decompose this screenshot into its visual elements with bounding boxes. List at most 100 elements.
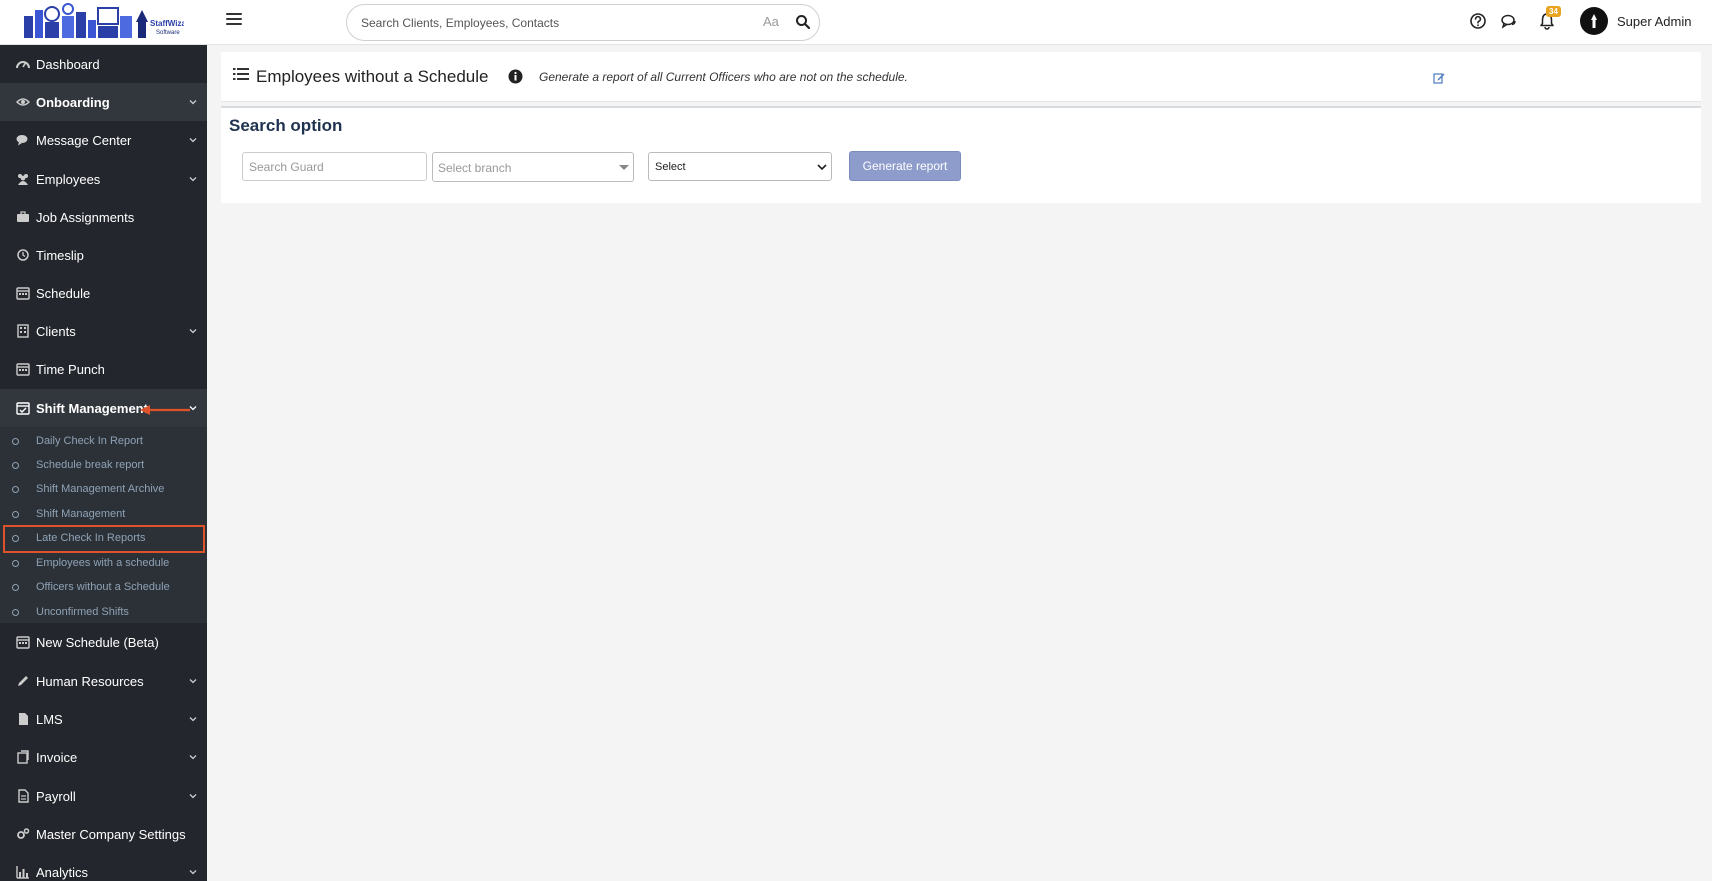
bar-chart-icon [16, 866, 29, 879]
sidebar-item-employees[interactable]: Employees [0, 160, 207, 198]
info-icon[interactable] [508, 69, 523, 84]
bullet-icon [12, 511, 19, 518]
sidebar-item-label: Master Company Settings [36, 826, 186, 842]
avatar[interactable] [1580, 7, 1608, 35]
edit-icon[interactable] [1433, 72, 1445, 84]
user-name[interactable]: Super Admin [1617, 14, 1691, 29]
users-icon [18, 174, 28, 185]
chevron-down-icon [189, 100, 197, 105]
calendar-icon [16, 287, 30, 300]
generate-report-button[interactable]: Generate report [849, 151, 961, 181]
sidebar-item-lms[interactable]: LMS [0, 700, 207, 738]
cogs-icon [17, 828, 30, 839]
filter-select[interactable]: Select [648, 152, 832, 181]
sidebar-item-clients[interactable]: Clients [0, 312, 207, 350]
submenu-item-schedule-break-report[interactable]: Schedule break report [0, 455, 207, 477]
chevron-down-icon [189, 406, 197, 411]
submenu-item-unconfirmed-shifts[interactable]: Unconfirmed Shifts [0, 602, 207, 624]
sidebar-item-schedule[interactable]: Schedule [0, 274, 207, 312]
chevron-down-icon [189, 138, 197, 143]
sidebar-item-job-assignments[interactable]: Job Assignments [0, 198, 207, 236]
sidebar-item-label: Invoice [36, 749, 78, 765]
submenu-item-label: Officers without a Schedule [36, 581, 170, 593]
main-content: Employees without a Schedule Generate a … [207, 45, 1712, 881]
staffwizard-logo[interactable]: StaffWizard Software [24, 2, 184, 40]
bullet-icon [12, 560, 19, 567]
document-icon [18, 789, 29, 803]
sidebar-item-master-company-settings[interactable]: Master Company Settings [0, 815, 207, 853]
submenu-item-label: Unconfirmed Shifts [36, 606, 129, 618]
global-search-input[interactable] [361, 13, 751, 33]
search-options-card: Search option Select branch Select Gener… [221, 106, 1701, 203]
bullet-icon [12, 584, 19, 591]
search-icon[interactable] [795, 14, 811, 30]
sidebar: Dashboard Onboarding Message Center Empl… [0, 45, 207, 881]
sidebar-item-label: Job Assignments [36, 209, 135, 225]
sidebar-item-label: Shift Management [36, 400, 148, 416]
sidebar-item-time-punch[interactable]: Time Punch [0, 350, 207, 388]
chat-icon[interactable] [1499, 11, 1519, 31]
sidebar-item-analytics[interactable]: Analytics [0, 853, 207, 881]
bullet-icon [12, 462, 19, 469]
chevron-down-icon [189, 679, 197, 684]
sidebar-item-new-schedule-beta[interactable]: New Schedule (Beta) [0, 623, 207, 661]
search-guard-input[interactable] [242, 152, 427, 181]
sidebar-item-label: Message Center [36, 132, 132, 148]
svg-text:StaffWizard: StaffWizard [150, 19, 184, 28]
page-header-card: Employees without a Schedule Generate a … [221, 52, 1701, 102]
page-description: Generate a report of all Current Officer… [539, 70, 908, 84]
global-search: Aa [346, 4, 820, 41]
chat-icon [16, 135, 28, 146]
bullet-icon [12, 609, 19, 616]
caret-down-icon [619, 165, 629, 170]
page-title: Employees without a Schedule [256, 67, 489, 86]
match-case-toggle[interactable]: Aa [763, 14, 779, 29]
sidebar-item-label: Payroll [36, 788, 76, 804]
sidebar-item-human-resources[interactable]: Human Resources [0, 662, 207, 700]
chevron-down-icon [189, 794, 197, 799]
sidebar-item-label: Schedule [36, 285, 91, 301]
submenu-item-label: Daily Check In Report [36, 435, 143, 447]
sidebar-item-label: Timeslip [36, 247, 84, 263]
sidebar-item-label: Clients [36, 323, 76, 339]
calendar-check-icon [16, 402, 30, 415]
sidebar-item-label: LMS [36, 711, 63, 727]
invoice-icon [17, 750, 29, 764]
sidebar-item-label: Human Resources [36, 673, 144, 689]
bullet-icon [12, 438, 19, 445]
sidebar-item-dashboard[interactable]: Dashboard [0, 45, 207, 83]
submenu-item-label: Schedule break report [36, 459, 145, 471]
top-header: StaffWizard Software Aa 34 Super Admin [0, 0, 1712, 45]
sidebar-item-invoice[interactable]: Invoice [0, 738, 207, 776]
clock-icon [17, 249, 29, 261]
sidebar-item-onboarding[interactable]: Onboarding [0, 83, 207, 121]
file-icon [19, 713, 28, 725]
menu-toggle-icon[interactable] [226, 10, 242, 30]
list-icon [233, 68, 249, 80]
building-icon [17, 324, 29, 338]
submenu-item-shift-management-archive[interactable]: Shift Management Archive [0, 479, 207, 501]
help-icon[interactable] [1468, 11, 1488, 31]
submenu-item-officers-without-a-schedule[interactable]: Officers without a Schedule [0, 577, 207, 599]
sidebar-item-message-center[interactable]: Message Center [0, 121, 207, 159]
search-options-title: Search option [229, 116, 343, 135]
notification-badge: 34 [1546, 6, 1561, 17]
pencil-icon [18, 676, 28, 686]
annotation-highlight-box [3, 525, 205, 553]
filter-select-value: Select [655, 161, 686, 173]
sidebar-item-payroll[interactable]: Payroll [0, 777, 207, 815]
sidebar-item-timeslip[interactable]: Timeslip [0, 236, 207, 274]
eye-icon [16, 98, 30, 106]
chevron-down-icon [189, 717, 197, 722]
calendar-icon [16, 363, 30, 376]
chevron-down-icon [189, 329, 197, 334]
submenu-item-label: Shift Management [36, 508, 126, 520]
chevron-down-icon [189, 177, 197, 182]
submenu-item-daily-check-in-report[interactable]: Daily Check In Report [0, 431, 207, 453]
submenu-item-shift-management[interactable]: Shift Management [0, 504, 207, 526]
submenu-item-employees-with-a-schedule[interactable]: Employees with a schedule [0, 553, 207, 575]
branch-select[interactable]: Select branch [432, 152, 634, 182]
calendar-icon [16, 636, 30, 649]
user-icon [1591, 14, 1597, 28]
chevron-down-icon [817, 164, 827, 171]
